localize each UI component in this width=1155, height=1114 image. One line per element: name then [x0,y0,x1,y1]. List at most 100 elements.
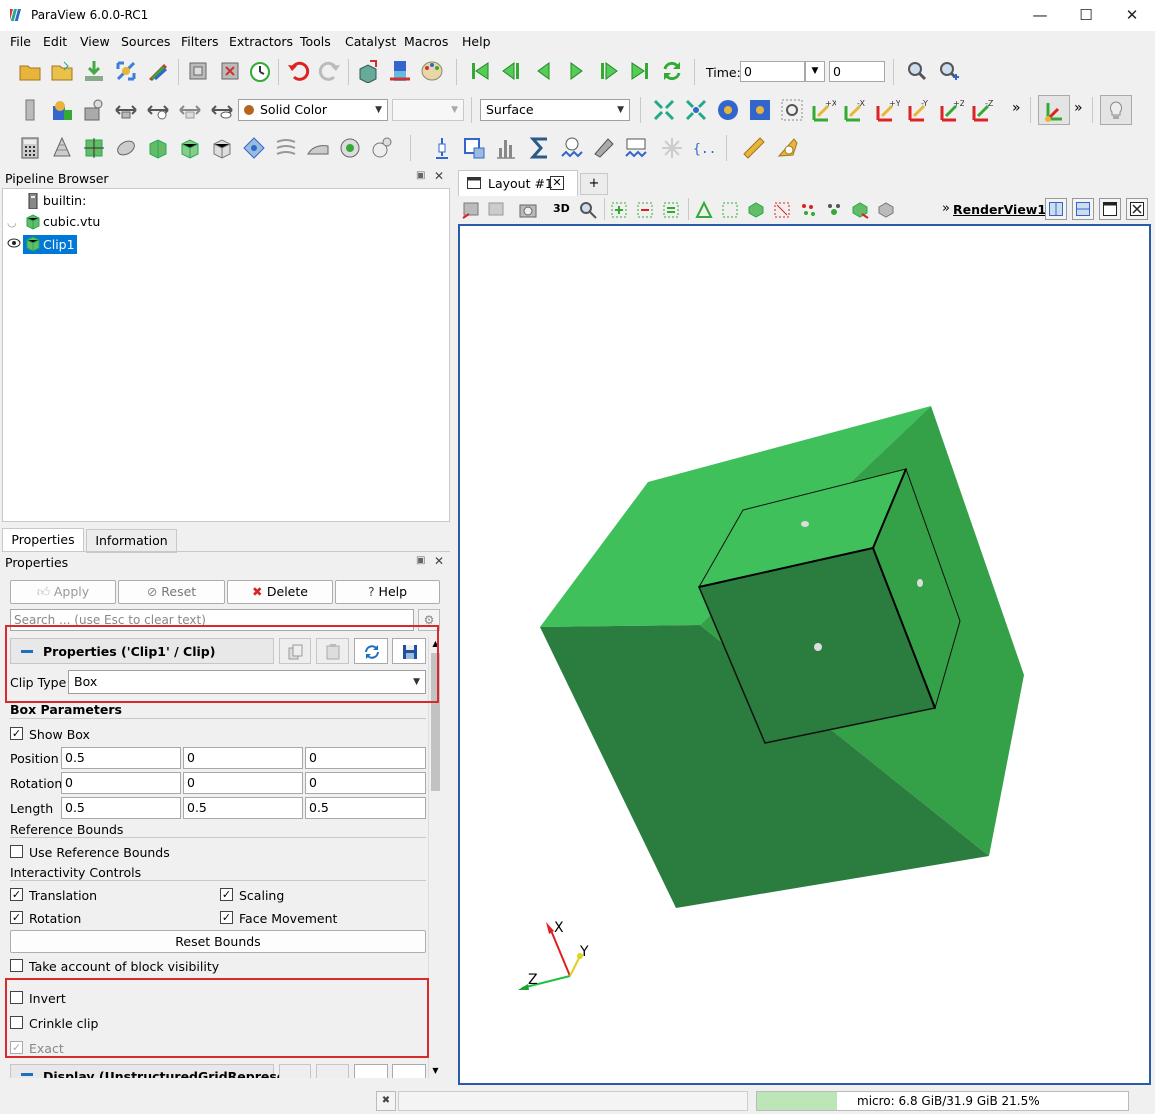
save-data-icon[interactable] [82,59,106,83]
reverse-play-icon[interactable] [532,59,556,83]
close-tab-icon[interactable]: ✕ [550,176,564,190]
camera-undo-icon[interactable] [461,200,481,220]
pipeline-item-builtin[interactable]: builtin: [23,192,223,210]
connect-icon[interactable] [114,59,138,83]
rotation-y-input[interactable]: 0 [183,772,303,794]
extract-selection-icon[interactable] [850,200,870,220]
tab-information[interactable]: Information [86,529,177,553]
plot-selection-icon[interactable] [462,136,486,160]
open-folder-icon[interactable] [18,59,42,83]
toolbar-more-button[interactable]: » [1012,100,1021,116]
undock-icon[interactable]: ▣ [416,555,425,566]
interactive-select-icon[interactable] [746,200,766,220]
menu-macros[interactable]: Macros [404,34,448,49]
split-vertical-button[interactable] [1072,198,1094,220]
redo-camera-icon[interactable] [218,59,242,83]
time-value-input[interactable]: 0 [740,61,805,82]
python-view-icon[interactable] [592,136,616,160]
box-handle-right[interactable] [917,579,923,587]
display-paste-button[interactable] [316,1064,349,1078]
tab-layout-1[interactable]: Layout #1 ✕ [458,170,578,196]
rescale-custom-icon[interactable] [114,98,138,122]
split-horizontal-button[interactable] [1045,198,1067,220]
rotation-checkbox[interactable]: ✓ [10,911,23,924]
threshold-icon[interactable] [146,136,170,160]
interactive-zoom-icon[interactable] [578,200,598,220]
scaling-checkbox[interactable]: ✓ [220,888,233,901]
close-icon[interactable]: ✕ [434,554,444,568]
last-frame-icon[interactable] [628,59,652,83]
redo-icon[interactable] [318,59,342,83]
open-recent-icon[interactable] [50,59,74,83]
view-plus-x-icon[interactable]: +X [812,98,836,122]
undo-icon[interactable] [286,59,310,83]
color-palette-icon[interactable] [146,59,170,83]
pipeline-item-cubic[interactable]: cubic.vtu [23,213,223,231]
face-movement-checkbox[interactable]: ✓ [220,911,233,924]
histogram-icon[interactable] [494,136,518,160]
extract-subset-icon[interactable] [178,136,202,160]
temporal-interp-icon[interactable] [624,136,648,160]
toggle-3d-button[interactable]: 3D [553,202,570,215]
position-z-input[interactable]: 0 [305,747,426,769]
grow-selection-icon[interactable] [824,200,844,220]
render-view-label[interactable]: RenderView1 [953,202,1046,217]
rotation-center-icon[interactable] [748,98,772,122]
display-reload-button[interactable] [354,1064,388,1078]
protractor-icon[interactable] [776,136,800,160]
use-reference-bounds-checkbox[interactable] [10,845,23,858]
warp-icon[interactable] [274,136,298,160]
length-x-input[interactable]: 0.5 [61,797,181,819]
rotation-z-input[interactable]: 0 [305,772,426,794]
extract-level-icon[interactable] [338,136,362,160]
display-copy-button[interactable] [279,1064,311,1078]
eye-hidden-icon[interactable]: ◡ [7,216,17,229]
menu-sources[interactable]: Sources [121,34,170,49]
scroll-down-icon[interactable]: ▼ [429,1064,442,1078]
undock-icon[interactable]: ▣ [416,170,425,181]
calculator-icon[interactable] [18,136,42,160]
loop-icon[interactable] [660,59,684,83]
ghost-filter-icon[interactable] [660,136,684,160]
view-plus-y-icon[interactable]: +Y [876,98,900,122]
invert-checkbox[interactable] [10,991,23,1004]
glyph-icon[interactable] [210,136,234,160]
animation-timer-icon[interactable] [248,59,272,83]
select-polygon-icon[interactable] [694,200,714,220]
zoom-to-data-icon[interactable] [684,98,708,122]
undo-camera-icon[interactable] [186,59,210,83]
position-y-input[interactable]: 0 [183,747,303,769]
crinkle-clip-checkbox[interactable] [10,1016,23,1029]
rotation-x-input[interactable]: 0 [61,772,181,794]
rescale-range-eye-icon[interactable] [210,98,234,122]
ruler-icon[interactable] [742,136,766,160]
collapse-icon[interactable] [21,1073,33,1076]
clip-icon[interactable] [82,136,106,160]
delete-button[interactable]: ✖ Delete [227,580,333,604]
menu-extractors[interactable]: Extractors [229,34,293,49]
menu-edit[interactable]: Edit [43,34,67,49]
reset-camera-icon[interactable] [356,59,380,83]
zoom-to-box-icon[interactable] [780,98,804,122]
maximize-view-button[interactable] [1099,198,1121,220]
display-save-button[interactable] [392,1064,426,1078]
representation-combo[interactable]: Surface ▼ [480,99,630,121]
clear-selection-icon[interactable] [876,200,896,220]
menu-file[interactable]: File [10,34,31,49]
help-button[interactable]: ? Help [335,580,440,604]
plot-over-line-icon[interactable] [430,136,454,160]
menu-view[interactable]: View [80,34,110,49]
eye-visible-icon[interactable] [7,238,21,248]
display-section-header[interactable]: Display (UnstructuredGridRepresent [10,1064,426,1078]
python-script-icon[interactable]: {..} [692,136,716,160]
block-visibility-checkbox[interactable] [10,959,23,972]
reset-camera-closest-icon[interactable] [652,98,676,122]
translation-checkbox[interactable]: ✓ [10,888,23,901]
hover-cells-icon[interactable] [798,200,818,220]
close-button[interactable]: ✕ [1109,0,1155,31]
exact-checkbox[interactable]: ✓ [10,1041,23,1054]
light-toggle[interactable] [1100,95,1132,125]
view-toolbar-more-button[interactable]: » [942,201,950,216]
component-combo[interactable]: ▼ [392,99,464,121]
clear-status-icon[interactable]: ✖ [376,1091,396,1111]
